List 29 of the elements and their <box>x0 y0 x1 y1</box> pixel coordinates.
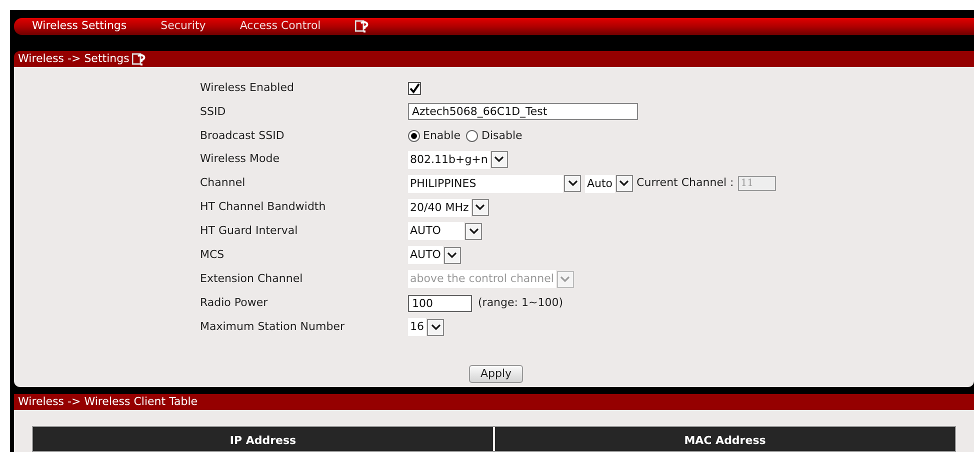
section-title: Wireless -> Settings <box>18 50 130 67</box>
range-hint: (range: 1~100) <box>478 294 563 311</box>
nav-tab[interactable]: Security <box>160 18 206 35</box>
nav-tab[interactable]: Access Control <box>240 18 321 35</box>
help-icon[interactable] <box>132 52 146 66</box>
current-channel-field: 11 <box>738 176 776 192</box>
radio-power-field[interactable]: 100 <box>408 294 472 312</box>
field-label: Radio Power <box>199 294 269 311</box>
field-label: Broadcast SSID <box>199 128 286 144</box>
current-channel-label: Current Channel : <box>636 175 734 192</box>
field-label: Channel <box>199 175 246 192</box>
help-icon[interactable] <box>354 20 369 34</box>
radio-option[interactable]: Enable <box>408 128 460 144</box>
field-label: MCS <box>199 247 226 264</box>
radio-option[interactable]: Disable <box>466 128 522 144</box>
field-label: SSID <box>199 104 227 120</box>
field-label: Maximum Station Number <box>199 318 346 335</box>
checkbox[interactable] <box>408 82 421 94</box>
field-label: Wireless Mode <box>199 151 280 168</box>
apply-button[interactable]: Apply <box>469 365 523 384</box>
ssid-field[interactable]: Aztech5068_66C1D_Test <box>408 103 638 120</box>
column-header: MAC Address <box>495 427 955 451</box>
nav-tab[interactable]: Wireless Settings <box>32 18 127 35</box>
field-label: Extension Channel <box>199 271 304 287</box>
section-title: Wireless -> Wireless Client Table <box>18 394 198 410</box>
field-label: Wireless Enabled <box>199 80 295 96</box>
column-header: IP Address <box>33 427 493 451</box>
field-label: HT Guard Interval <box>199 223 299 240</box>
field-label: HT Channel Bandwidth <box>199 199 327 216</box>
